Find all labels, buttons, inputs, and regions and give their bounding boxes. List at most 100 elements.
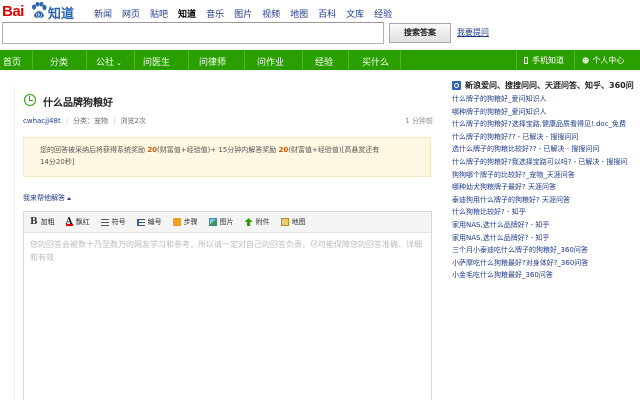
main-nav-bar: 首页 分类 公社 ⌄ 问医生 问律师 问作业 经验 买什么 手机知道 ☻ 个人中心 [0,50,640,70]
related-link[interactable]: 小金毛吃什么狗粮最好_360问答 [452,269,640,282]
symbol-tool[interactable]: 符号 [100,217,126,227]
related-link[interactable]: 家用NAS,选什么品牌好? - 知乎 [452,219,640,232]
nav-divider [32,50,33,70]
steps-tool[interactable]: 步骤 [172,217,198,227]
highlight-red-tool[interactable]: A 飘红 [65,217,90,227]
reward-text-suffix: (财富值+经验值)[高悬赏还有 [288,146,380,154]
related-link[interactable]: 哪种牌子的狗粮好_爱问知识人 [452,106,640,119]
related-link[interactable]: 选什么牌子的狗粮比较好?? - 已解决 - 搜搜问问 [452,143,640,156]
steps-tool-label: 步骤 [183,218,198,226]
top-nav-item-zhidao[interactable]: 知道 [178,7,196,20]
map-icon [280,218,289,226]
ask-question-link[interactable]: 我要提问 [457,27,489,38]
related-link[interactable]: 家用NAS,选什么品牌好? - 知乎 [452,232,640,245]
top-nav-item-wenku[interactable]: 文库 [346,7,364,20]
top-nav-item-images[interactable]: 图片 [234,7,252,20]
reward-text-mid: (财富值+经验值)+ 15分钟内解答奖励 [156,146,277,154]
question-time: 1 分钟前 [405,117,433,125]
nav-item-homework[interactable]: 问作业 [257,55,284,68]
nav-divider [188,50,189,70]
user-icon: ☻ [582,57,590,65]
related-link[interactable]: 泰迪狗用什么牌子的狗粮好? 天涯问答 [452,194,640,207]
top-nav-item-map[interactable]: 地图 [290,7,308,20]
nav-item-user-center-label: 个人中心 [592,56,625,65]
steps-icon [172,218,181,226]
image-icon [208,218,217,226]
upload-icon [244,218,253,226]
clock-icon [24,94,36,106]
text-color-icon: A [65,217,73,227]
search-input[interactable] [2,22,384,44]
bold-icon: B [30,217,38,227]
top-nav-item-baike[interactable]: 百科 [318,7,336,20]
related-link[interactable]: 什么牌子的狗粮好?? - 已解决 - 搜搜问问 [452,131,640,144]
top-nav-item-video[interactable]: 视频 [262,7,280,20]
top-nav-item-news[interactable]: 新闻 [94,7,112,20]
nav-divider [348,50,349,70]
nav-item-ask-lawyer[interactable]: 问律师 [199,55,226,68]
highlight-red-tool-label: 飘红 [75,218,90,226]
nav-item-home[interactable]: 首页 [3,55,21,68]
answer-editor: B 加粗 A 飘红 符号 编号 步骤 图片 附件 地图 您的回答会被数十乃至数万的网… [23,211,432,400]
nav-divider [516,50,517,70]
list-number-icon [136,218,145,226]
nav-divider [574,50,575,70]
related-link[interactable]: 三个月小泰迪吃什么牌子的狗粮好_360问答 [452,244,640,257]
top-nav-item-tieba[interactable]: 贴吧 [150,7,168,20]
map-tool[interactable]: 地图 [280,217,306,227]
meta-divider: | [65,117,69,125]
nav-divider [400,50,401,70]
top-nav: 新闻 网页 贴吧 知道 音乐 图片 视频 地图 百科 文库 经验 [94,7,402,20]
top-nav-item-jingyan[interactable]: 经验 [374,7,392,20]
related-link[interactable]: 哪种幼犬狗粮牌子最好? 天涯问答 [452,181,640,194]
meta-divider: | [113,117,116,125]
nav-divider [86,50,87,70]
chevron-down-icon: ⌄ [116,59,122,67]
nav-item-ask-doctor[interactable]: 问医生 [143,55,170,68]
reward-value-1: 20 [147,146,157,154]
help-answer-toggle[interactable]: 我来帮他解答 [23,193,71,203]
nav-item-experience[interactable]: 经验 [315,55,333,68]
question-views: 浏览2次 [120,117,146,125]
related-link[interactable]: 什么牌子的狗粮好_爱问知识人 [452,93,640,106]
related-sidebar: 新浪爱问、搜搜问问、天涯问答、知乎、360问 什么牌子的狗粮好_爱问知识人 哪种牌… [449,80,640,282]
numbering-tool[interactable]: 编号 [136,217,162,227]
nav-item-commune[interactable]: 公社 ⌄ [96,55,122,68]
reward-line-2: 14分20秒] [40,158,75,166]
nav-item-user-center[interactable]: ☻ 个人中心 [582,55,624,66]
related-link[interactable]: 什么狗粮比较好? - 知乎 [452,206,640,219]
nav-divider [134,50,135,70]
sidebar-heading-text: 新浪爱问、搜搜问问、天涯问答、知乎、360问 [465,81,634,90]
baidu-zhidao-logo[interactable]: Bai du 知道 [2,2,84,21]
question-category: 分类：宠物 [73,117,109,125]
nav-item-mobile[interactable]: 手机知道 [524,55,564,66]
search-answer-button[interactable]: 搜索答案 [389,23,451,43]
related-links-list: 什么牌子的狗粮好_爱问知识人 哪种牌子的狗粮好_爱问知识人 什么牌子的狗粮好?选择宝… [449,93,640,282]
nav-divider [244,50,245,70]
related-link[interactable]: 什么牌子的狗粮好?选择宝路,健康品质看得见!.doc_免费 [452,118,640,131]
answer-textarea[interactable]: 您的回答会被数十乃至数万的网友学习和参考，所以请一定对自己的回答负责，尽可能保障… [24,233,431,269]
nav-item-mobile-label: 手机知道 [532,56,564,65]
reward-notice: 您的回答被采纳后将获得系统奖励 20(财富值+经验值)+ 15分钟内解答奖励 2… [23,137,431,177]
numbering-tool-label: 编号 [147,218,162,226]
question-meta: cwhacjj48t | 分类：宠物 | 浏览2次 1 分钟前 [23,116,433,126]
related-link[interactable]: 小萨摩吃什么狗粮最好?对身体好?_360问答 [452,257,640,270]
help-answer-label: 我来帮他解答 [23,194,65,202]
related-link[interactable]: 狗狗哪个牌子的比较好?_宠物_天涯问答 [452,169,640,182]
reward-line-1: 您的回答被采纳后将获得系统奖励 20(财富值+经验值)+ 15分钟内解答奖励 2… [40,144,420,156]
question-title: 什么品牌狗粮好 [43,98,113,109]
attachment-tool[interactable]: 附件 [244,217,270,227]
top-nav-item-web[interactable]: 网页 [122,7,140,20]
nav-item-buy[interactable]: 买什么 [362,55,389,68]
related-link[interactable]: 什么牌子的狗粮好?我选择宝路可以吗? - 已解决 - 搜搜问 [452,156,640,169]
logo-bai-text: Bai [2,3,24,20]
list-bullet-icon [100,218,109,226]
bold-tool[interactable]: B 加粗 [30,217,55,227]
top-nav-item-music[interactable]: 音乐 [206,7,224,20]
asker-username[interactable]: cwhacjj48t [23,117,61,125]
nav-item-category[interactable]: 分类 [50,55,68,68]
editor-toolbar: B 加粗 A 飘红 符号 编号 步骤 图片 附件 地图 [24,212,431,233]
bold-tool-label: 加粗 [40,218,55,226]
image-tool[interactable]: 图片 [208,217,234,227]
nav-divider [302,50,303,70]
